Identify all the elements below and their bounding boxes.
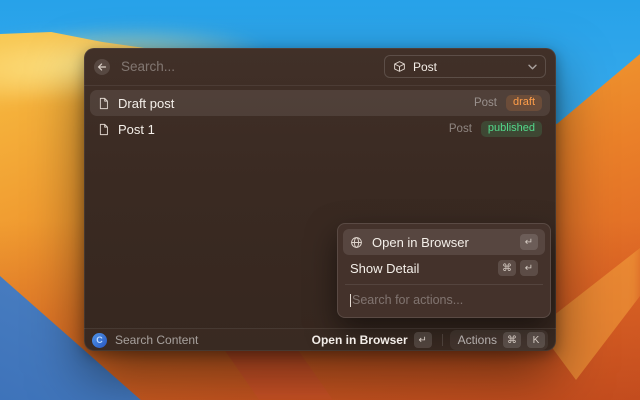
action-search-input[interactable] <box>352 293 538 307</box>
box-icon <box>393 60 406 73</box>
content-type-dropdown[interactable]: Post <box>384 55 546 78</box>
footer-divider <box>442 334 443 346</box>
list-item-draft-post[interactable]: Draft post Post draft <box>90 90 550 116</box>
action-shortcut: ↵ <box>520 234 538 250</box>
actions-panel: Open in Browser ↵ Show Detail ⌘ ↵ <box>337 223 551 318</box>
command-name: Search Content <box>115 333 198 347</box>
list-item-title: Draft post <box>118 96 174 111</box>
desktop: Post Draft post Post draft <box>0 0 640 400</box>
action-search-row <box>343 288 545 312</box>
launcher-window: Post Draft post Post draft <box>84 48 556 351</box>
search-header: Post <box>84 48 556 86</box>
action-shortcut: ⌘ ↵ <box>498 260 538 276</box>
arrow-left-icon <box>97 62 107 72</box>
document-icon <box>98 97 109 110</box>
return-key-badge: ↵ <box>414 332 432 348</box>
status-badge-draft: draft <box>506 95 542 111</box>
list-item-meta: Post published <box>449 121 542 137</box>
command-key-badge: ⌘ <box>503 332 521 348</box>
return-key-badge: ↵ <box>520 260 538 276</box>
footer-bar: C Search Content Open in Browser ↵ Actio… <box>84 328 556 351</box>
extension-logo-icon: C <box>92 333 107 348</box>
action-label: Open in Browser <box>372 235 469 250</box>
command-key-badge: ⌘ <box>498 260 516 276</box>
footer-right-group: Open in Browser ↵ Actions ⌘ K <box>309 330 548 350</box>
action-show-detail[interactable]: Show Detail ⌘ ↵ <box>343 255 545 281</box>
primary-action-button[interactable]: Open in Browser ↵ <box>309 330 435 350</box>
list-item-post-1[interactable]: Post 1 Post published <box>90 116 550 142</box>
list-item-meta: Post draft <box>474 95 542 111</box>
chevron-down-icon <box>528 64 537 70</box>
globe-icon <box>350 236 363 249</box>
document-icon <box>98 123 109 136</box>
search-input[interactable] <box>121 59 384 74</box>
result-list: Draft post Post draft Post 1 Post publis… <box>84 86 556 146</box>
actions-label: Actions <box>458 333 497 347</box>
action-label: Show Detail <box>350 261 419 276</box>
primary-action-label: Open in Browser <box>312 333 408 347</box>
return-key-badge: ↵ <box>520 234 538 250</box>
dropdown-selected-value: Post <box>413 60 437 74</box>
action-open-in-browser[interactable]: Open in Browser ↵ <box>343 229 545 255</box>
actions-menu-button[interactable]: Actions ⌘ K <box>450 330 548 350</box>
text-cursor <box>350 294 351 307</box>
back-button[interactable] <box>94 59 110 75</box>
list-item-type: Post <box>474 97 497 109</box>
panel-divider <box>345 284 543 285</box>
list-item-type: Post <box>449 123 472 135</box>
status-badge-published: published <box>481 121 542 137</box>
k-key-badge: K <box>527 332 545 348</box>
list-item-title: Post 1 <box>118 122 155 137</box>
